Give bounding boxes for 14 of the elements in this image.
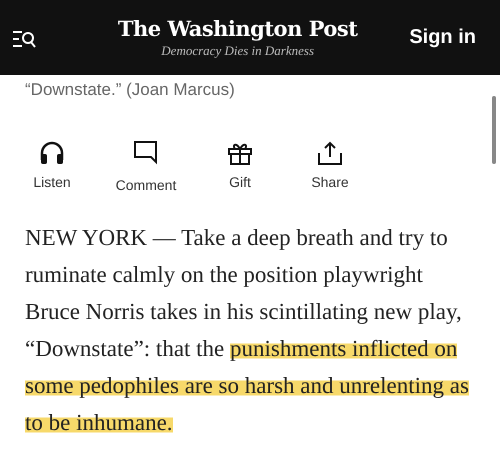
listen-button[interactable]: Listen bbox=[21, 140, 83, 193]
comment-button[interactable]: Comment bbox=[111, 140, 181, 193]
photo-caption: “Downstate.” (Joan Marcus) bbox=[25, 80, 236, 100]
article-paragraph: NEW YORK — Take a deep breath and try to ruminate calmly on the position playwright Bruce Norris takes in his scintillating new play, “Downstate”: that the punishments inflicted on some pedophiles are so harsh and unrelenting as to be inhumane. bbox=[25, 224, 470, 437]
tagline: Democracy Dies in Darkness bbox=[161, 43, 314, 59]
sign-in-link[interactable]: Sign in bbox=[409, 26, 476, 49]
headphones-icon bbox=[39, 140, 65, 166]
scrollbar-thumb[interactable] bbox=[492, 96, 496, 164]
gift-button[interactable]: Gift bbox=[209, 140, 271, 193]
menu-search-icon[interactable] bbox=[12, 28, 36, 48]
site-logo[interactable]: The Washington Post bbox=[118, 16, 358, 41]
speech-bubble-icon bbox=[133, 140, 159, 166]
share-icon bbox=[317, 140, 343, 166]
share-button[interactable]: Share bbox=[299, 140, 361, 193]
